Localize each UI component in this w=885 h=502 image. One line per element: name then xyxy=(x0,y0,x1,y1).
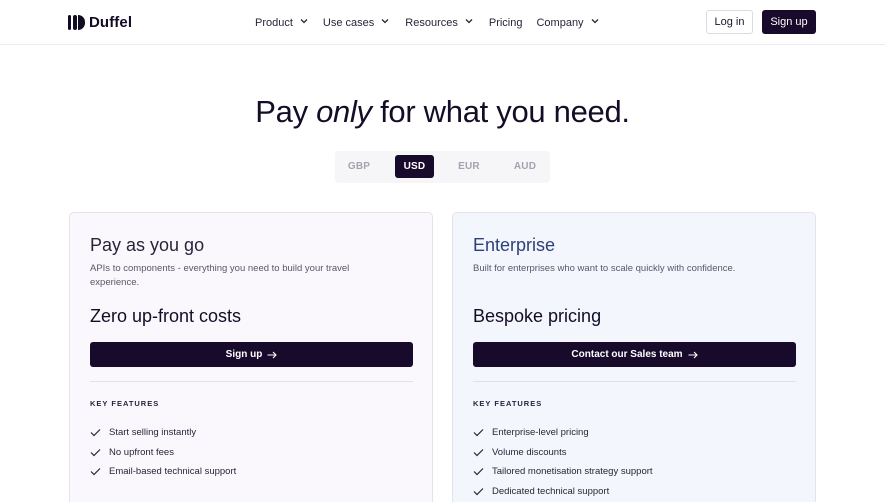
menu-item-label: Company xyxy=(536,16,584,29)
currency-switcher: GBP USD EUR AUD xyxy=(335,151,550,183)
feature-list: Enterprise-level pricing Volume discount… xyxy=(473,423,653,501)
menu-item-pricing[interactable]: Pricing xyxy=(489,17,523,29)
feature-label: Volume discounts xyxy=(492,446,567,458)
divider xyxy=(90,381,413,382)
menu-item-label: Use cases xyxy=(322,16,375,29)
plan-price: Zero up-front costs xyxy=(90,306,242,326)
list-item: Enterprise-level pricing xyxy=(473,423,653,443)
arrow-right-icon xyxy=(267,351,278,359)
list-item: No upfront fees xyxy=(90,443,236,463)
check-icon xyxy=(473,467,484,476)
list-item: Volume discounts xyxy=(473,443,653,463)
feature-label: Start selling instantly xyxy=(109,427,197,439)
chevron-down-icon xyxy=(381,18,389,25)
signup-button[interactable]: Sign up xyxy=(762,10,816,34)
currency-option-gbp[interactable]: GBP xyxy=(340,155,378,178)
main-menu: Product Use cases Resources Pricing Comp… xyxy=(255,0,599,45)
feature-label: Email-based technical support xyxy=(109,466,237,478)
menu-item-resources[interactable]: Resources xyxy=(405,16,473,29)
login-button[interactable]: Log in xyxy=(706,10,753,34)
list-item: Dedicated technical support xyxy=(473,482,653,502)
feature-label: No upfront fees xyxy=(109,446,174,458)
check-icon xyxy=(90,428,101,437)
feature-list: Start selling instantly No upfront fees … xyxy=(90,423,236,482)
divider xyxy=(473,381,796,382)
feature-label: Enterprise-level pricing xyxy=(492,427,589,439)
features-heading: KEY FEATURES xyxy=(473,399,543,408)
cta-label: Contact our Sales team xyxy=(571,349,683,360)
menu-item-label: Product xyxy=(255,16,293,29)
list-item: Email-based technical support xyxy=(90,462,236,482)
currency-option-usd[interactable]: USD xyxy=(395,155,434,178)
list-item: Tailored monetisation strategy support xyxy=(473,462,653,482)
duffel-logo-icon xyxy=(68,14,85,30)
cta-label: Sign up xyxy=(225,349,263,360)
plan-title: Enterprise xyxy=(473,235,556,255)
menu-item-company[interactable]: Company xyxy=(536,16,599,29)
menu-item-use-cases[interactable]: Use cases xyxy=(322,16,389,29)
feature-label: Tailored monetisation strategy support xyxy=(492,466,653,478)
chevron-down-icon xyxy=(300,18,308,25)
list-item: Start selling instantly xyxy=(90,423,236,443)
check-icon xyxy=(473,448,484,457)
check-icon xyxy=(473,428,484,437)
currency-option-eur[interactable]: EUR xyxy=(450,155,488,178)
page-title: Pay only for what you need. xyxy=(0,94,885,130)
title-emphasis: only xyxy=(316,94,372,129)
check-icon xyxy=(90,467,101,476)
title-end: for what you need. xyxy=(371,94,630,129)
feature-label: Dedicated technical support xyxy=(492,486,610,498)
currency-option-aud[interactable]: AUD xyxy=(505,155,545,178)
check-icon xyxy=(473,487,484,496)
duffel-logo[interactable]: Duffel xyxy=(68,13,132,31)
top-navigation: Duffel Product Use cases Resources Prici… xyxy=(0,0,885,45)
logo-text: Duffel xyxy=(89,13,133,31)
signup-cta-button[interactable]: Sign up xyxy=(90,342,413,367)
arrow-right-icon xyxy=(688,351,698,359)
chevron-down-icon xyxy=(591,18,599,25)
features-heading: KEY FEATURES xyxy=(90,399,160,408)
plan-description: APIs to components - everything you need… xyxy=(90,263,350,288)
menu-item-label: Pricing xyxy=(488,16,523,29)
title-start: Pay xyxy=(255,94,317,129)
plan-card-pay-as-you-go: Pay as you go APIs to components - every… xyxy=(69,212,433,502)
menu-item-product[interactable]: Product xyxy=(255,16,308,29)
plan-description: Built for enterprises who want to scale … xyxy=(473,263,736,274)
plan-card-enterprise: Enterprise Built for enterprises who wan… xyxy=(452,212,816,502)
chevron-down-icon xyxy=(465,18,473,25)
menu-item-label: Resources xyxy=(405,16,458,29)
plan-title: Pay as you go xyxy=(90,235,205,255)
contact-sales-button[interactable]: Contact our Sales team xyxy=(473,342,796,367)
plan-price: Bespoke pricing xyxy=(473,306,602,326)
check-icon xyxy=(90,448,101,457)
